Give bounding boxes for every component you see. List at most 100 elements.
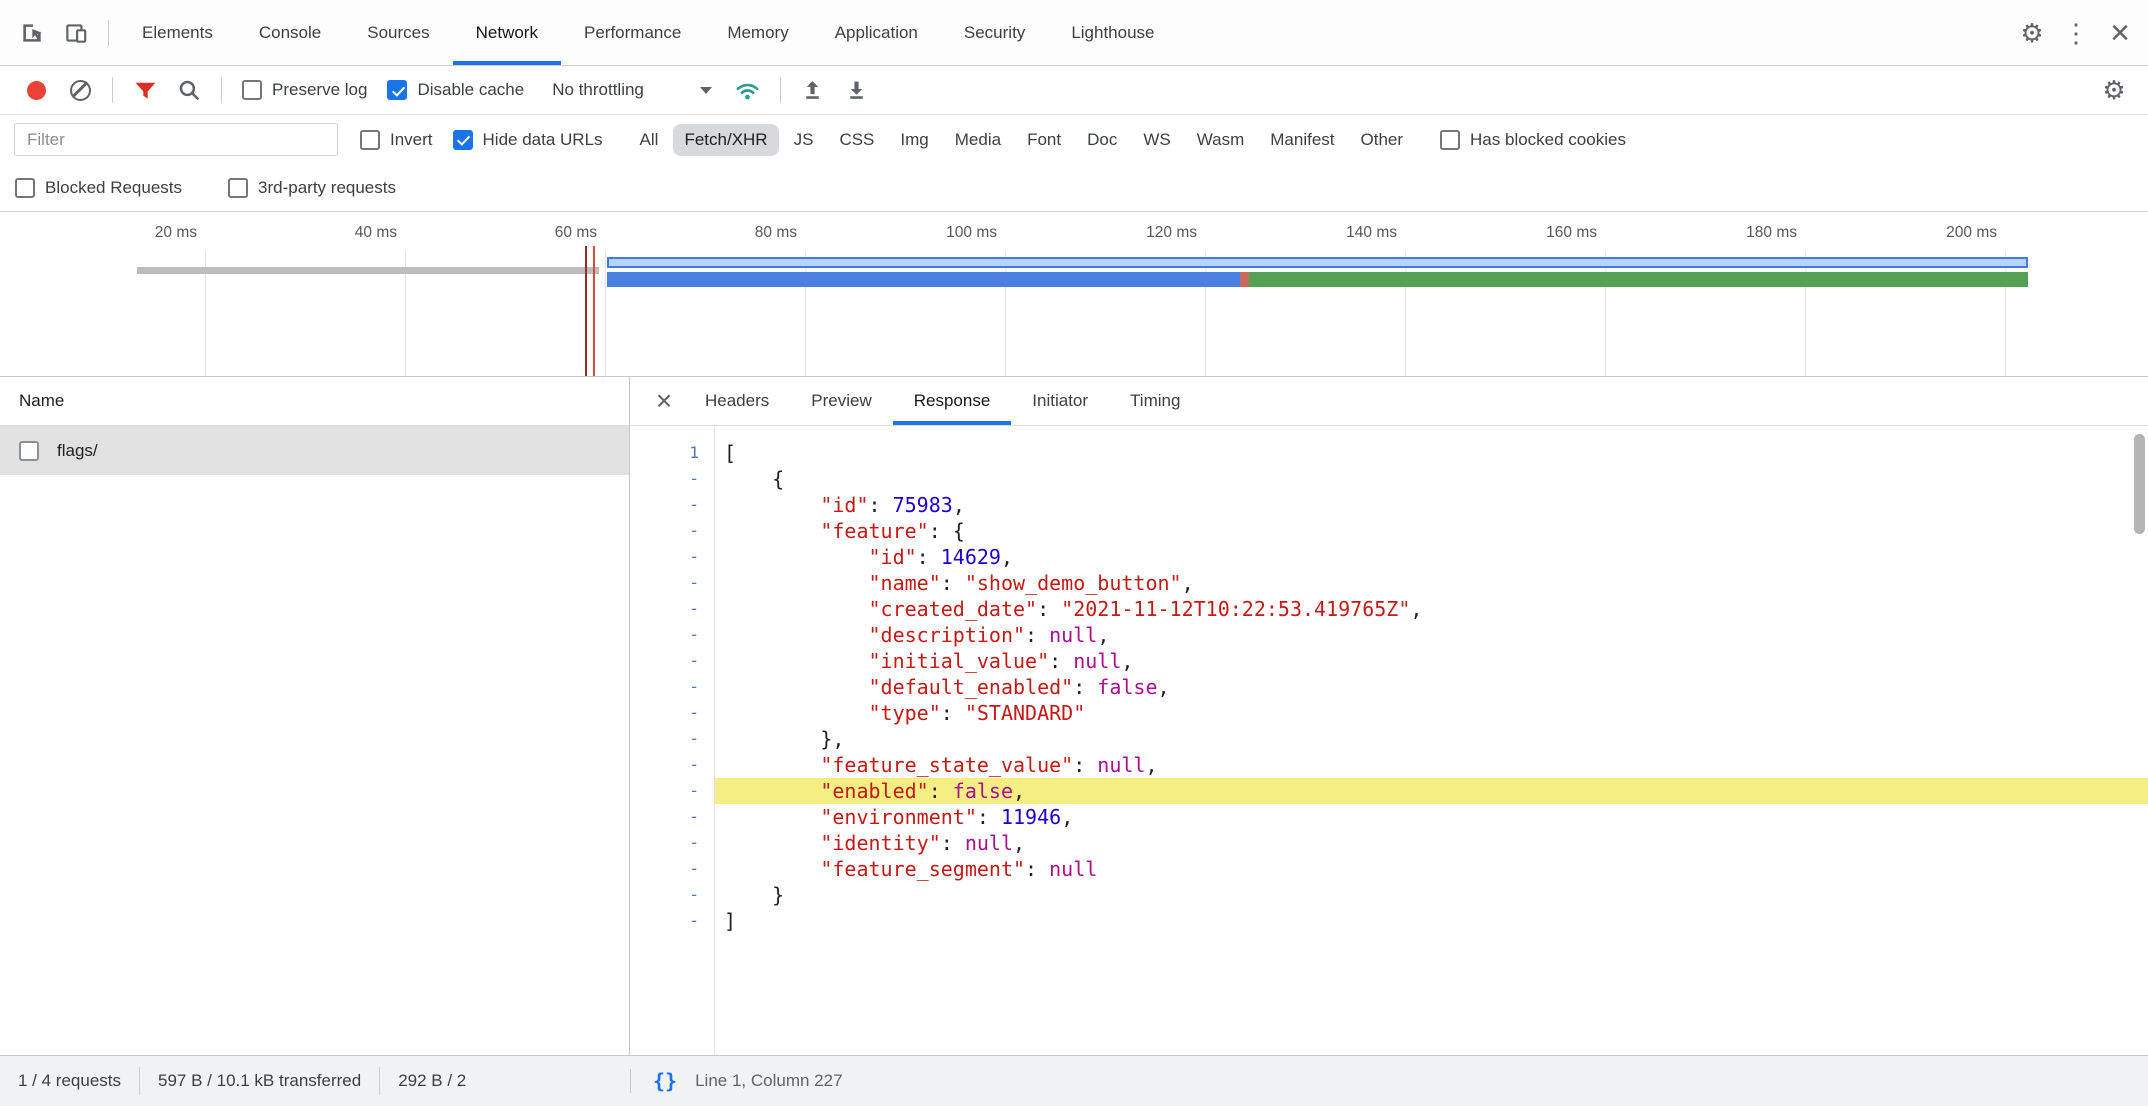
vertical-scrollbar[interactable] bbox=[2134, 434, 2145, 534]
network-settings-button[interactable]: ⚙ bbox=[2092, 68, 2136, 112]
devtools-window: Elements Console Sources Network Perform… bbox=[0, 0, 2148, 1106]
throttling-value: No throttling bbox=[552, 80, 644, 100]
chevron-down-icon bbox=[700, 87, 712, 94]
requests-count: 1 / 4 requests bbox=[0, 1071, 139, 1091]
close-devtools-button[interactable]: × bbox=[2098, 11, 2142, 55]
network-conditions-button[interactable] bbox=[726, 68, 770, 112]
line-number: - bbox=[630, 674, 714, 700]
line-number: - bbox=[630, 492, 714, 518]
divider bbox=[780, 77, 781, 103]
tab-preview[interactable]: Preview bbox=[790, 377, 892, 425]
checkbox-checked bbox=[387, 80, 407, 100]
line-number: - bbox=[630, 830, 714, 856]
more-options-button[interactable]: ⋮ bbox=[2054, 11, 2098, 55]
ruler-label: 160 ms bbox=[1477, 224, 1597, 242]
code-line: - { bbox=[630, 466, 2148, 492]
inspect-element-button[interactable] bbox=[10, 11, 54, 55]
device-toolbar-button[interactable] bbox=[54, 11, 98, 55]
record-network-log-button[interactable] bbox=[14, 68, 58, 112]
settings-button[interactable]: ⚙ bbox=[2010, 11, 2054, 55]
waterfall-bar-red-sliver bbox=[1240, 272, 1249, 287]
tab-timing[interactable]: Timing bbox=[1109, 377, 1201, 425]
import-har-button[interactable] bbox=[791, 68, 835, 112]
request-detail-panel: × Headers Preview Response Initiator Tim… bbox=[630, 377, 2148, 1055]
gridline bbox=[1405, 252, 1406, 376]
record-icon bbox=[27, 81, 46, 100]
has-blocked-cookies-label: Has blocked cookies bbox=[1470, 130, 1626, 150]
code-text: } bbox=[714, 882, 2148, 908]
tab-performance[interactable]: Performance bbox=[561, 0, 704, 65]
waterfall-bar-outline bbox=[607, 257, 2028, 268]
code-text: "environment": 11946, bbox=[714, 804, 2148, 830]
filter-type-all[interactable]: All bbox=[629, 124, 670, 156]
clear-network-log-button[interactable] bbox=[58, 68, 102, 112]
filter-type-ws[interactable]: WS bbox=[1132, 124, 1181, 156]
tab-memory[interactable]: Memory bbox=[704, 0, 811, 65]
filter-type-media[interactable]: Media bbox=[944, 124, 1012, 156]
network-filter-bar: Invert Hide data URLs All Fetch/XHR JS C… bbox=[0, 115, 2148, 164]
close-detail-button[interactable]: × bbox=[644, 381, 684, 421]
code-text: "feature": { bbox=[714, 518, 2148, 544]
filter-type-doc[interactable]: Doc bbox=[1076, 124, 1128, 156]
disable-cache-checkbox[interactable]: Disable cache bbox=[387, 80, 524, 100]
tab-lighthouse[interactable]: Lighthouse bbox=[1048, 0, 1177, 65]
pretty-print-button[interactable]: {} bbox=[653, 1069, 677, 1093]
request-type-filters: All Fetch/XHR JS CSS Img Media Font Doc … bbox=[627, 124, 1416, 156]
gear-icon: ⚙ bbox=[2020, 20, 2043, 46]
tab-console[interactable]: Console bbox=[236, 0, 344, 65]
tab-headers[interactable]: Headers bbox=[684, 377, 790, 425]
filter-type-manifest[interactable]: Manifest bbox=[1259, 124, 1345, 156]
hide-data-urls-checkbox[interactable]: Hide data URLs bbox=[453, 130, 603, 150]
throttling-dropdown[interactable]: No throttling bbox=[552, 80, 712, 100]
filter-type-img[interactable]: Img bbox=[889, 124, 939, 156]
download-arrow-icon bbox=[844, 78, 869, 103]
search-button[interactable] bbox=[167, 68, 211, 112]
code-text: "enabled": false, bbox=[714, 778, 2148, 804]
divider bbox=[221, 77, 222, 103]
request-row[interactable]: flags/ bbox=[0, 426, 629, 475]
network-toolbar: Preserve log Disable cache No throttling bbox=[0, 66, 2148, 115]
network-overview-timeline[interactable]: 20 ms 40 ms 60 ms 80 ms 100 ms 120 ms 14… bbox=[0, 212, 2148, 377]
close-icon: × bbox=[656, 385, 672, 417]
export-har-button[interactable] bbox=[835, 68, 879, 112]
filter-type-fetch-xhr[interactable]: Fetch/XHR bbox=[673, 124, 778, 156]
gridline bbox=[1205, 252, 1206, 376]
checkbox-unchecked bbox=[1440, 130, 1460, 150]
network-summary: 1 / 4 requests 597 B / 10.1 kB transferr… bbox=[0, 1067, 630, 1095]
tab-network[interactable]: Network bbox=[453, 0, 561, 65]
preserve-log-label: Preserve log bbox=[272, 80, 367, 100]
filter-type-js[interactable]: JS bbox=[783, 124, 825, 156]
tab-security[interactable]: Security bbox=[941, 0, 1048, 65]
code-line: - }, bbox=[630, 726, 2148, 752]
invert-label: Invert bbox=[390, 130, 433, 150]
ruler-label: 100 ms bbox=[877, 224, 997, 242]
preserve-log-checkbox[interactable]: Preserve log bbox=[242, 80, 367, 100]
tab-response[interactable]: Response bbox=[893, 377, 1012, 425]
third-party-requests-checkbox[interactable]: 3rd-party requests bbox=[228, 178, 396, 198]
invert-checkbox[interactable]: Invert bbox=[360, 130, 433, 150]
code-line: - "name": "show_demo_button", bbox=[630, 570, 2148, 596]
name-column-header[interactable]: Name bbox=[0, 377, 629, 426]
code-lines: 1[- {- "id": 75983,- "feature": {- "id":… bbox=[630, 440, 2148, 934]
gear-icon: ⚙ bbox=[2102, 77, 2125, 103]
line-number: - bbox=[630, 570, 714, 596]
filter-type-css[interactable]: CSS bbox=[828, 124, 885, 156]
has-blocked-cookies-checkbox[interactable]: Has blocked cookies bbox=[1440, 130, 1626, 150]
checkbox-unchecked bbox=[242, 80, 262, 100]
filter-type-other[interactable]: Other bbox=[1350, 124, 1415, 156]
filter-input[interactable] bbox=[14, 123, 338, 156]
filter-type-font[interactable]: Font bbox=[1016, 124, 1072, 156]
ruler-label: 40 ms bbox=[277, 224, 397, 242]
filter-type-wasm[interactable]: Wasm bbox=[1186, 124, 1256, 156]
filter-toggle-button[interactable] bbox=[123, 68, 167, 112]
tab-sources[interactable]: Sources bbox=[344, 0, 452, 65]
tab-application[interactable]: Application bbox=[812, 0, 941, 65]
code-line: - } bbox=[630, 882, 2148, 908]
tab-initiator[interactable]: Initiator bbox=[1011, 377, 1109, 425]
divider bbox=[112, 77, 113, 103]
blocked-requests-checkbox[interactable]: Blocked Requests bbox=[15, 178, 182, 198]
code-line: - "type": "STANDARD" bbox=[630, 700, 2148, 726]
transferred-size: 597 B / 10.1 kB transferred bbox=[140, 1071, 379, 1091]
tab-elements[interactable]: Elements bbox=[119, 0, 236, 65]
line-number: - bbox=[630, 856, 714, 882]
